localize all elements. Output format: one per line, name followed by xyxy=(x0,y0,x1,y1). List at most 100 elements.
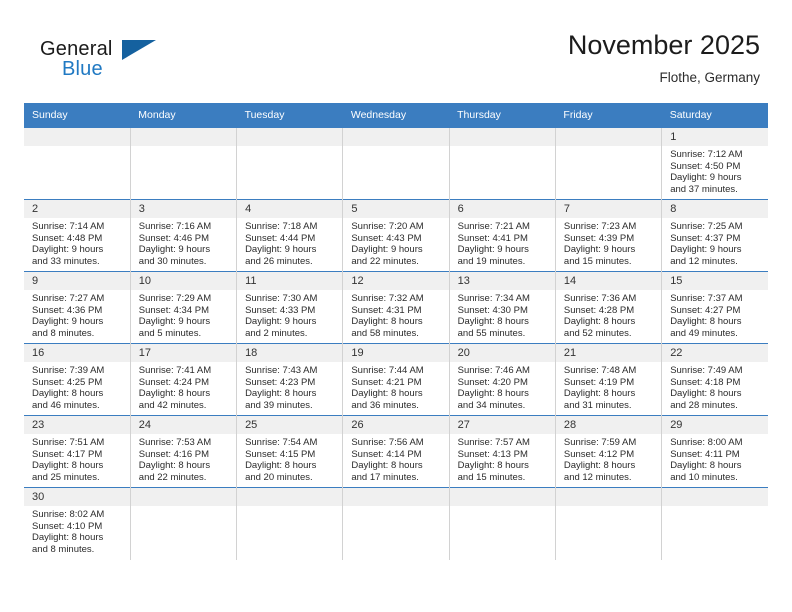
calendar-day-cell[interactable]: 3 Sunrise: 7:16 AM Sunset: 4:46 PM Daylight… xyxy=(129,199,237,272)
daylight-line-1: Daylight: 9 hours xyxy=(563,244,636,256)
calendar-day-cell[interactable]: 4 Sunrise: 7:18 AM Sunset: 4:44 PM Daylight… xyxy=(236,199,343,272)
daylight-line-2: and 49 minutes. xyxy=(670,327,738,339)
day-number: 25 xyxy=(237,416,343,434)
day-details: Sunrise: 7:18 AM Sunset: 4:44 PM Daylight:… xyxy=(237,218,342,267)
calendar-day-cell[interactable]: 28 Sunrise: 7:59 AM Sunset: 4:12 PM Dayligh… xyxy=(554,415,662,488)
sunset-time: Sunset: 4:36 PM xyxy=(32,304,103,316)
day-details: Sunrise: 7:20 AM Sunset: 4:43 PM Daylight:… xyxy=(343,218,448,267)
weekday-header-tuesday: Tuesday xyxy=(236,103,343,128)
sunset-time: Sunset: 4:50 PM xyxy=(670,160,741,172)
daylight-line-2: and 30 minutes. xyxy=(138,255,207,267)
calendar-cell-empty xyxy=(24,127,131,200)
day-number-placeholder xyxy=(130,488,237,506)
day-details: Sunrise: 7:27 AM Sunset: 4:36 PM Daylight:… xyxy=(24,290,130,339)
calendar-day-cell[interactable]: 5 Sunrise: 7:20 AM Sunset: 4:43 PM Daylight… xyxy=(342,199,450,272)
daylight-line-2: and 20 minutes. xyxy=(245,471,313,483)
day-details: Sunrise: 7:49 AM Sunset: 4:18 PM Daylight:… xyxy=(662,362,768,411)
daylight-line-2: and 17 minutes. xyxy=(351,471,419,483)
day-details: Sunrise: 8:00 AM Sunset: 4:11 PM Daylight:… xyxy=(662,434,768,483)
sunset-time: Sunset: 4:10 PM xyxy=(32,520,103,532)
day-number: 4 xyxy=(237,200,343,218)
day-number: 7 xyxy=(555,200,662,218)
daylight-line-2: and 19 minutes. xyxy=(457,255,526,267)
sunrise-time: Sunrise: 7:43 AM xyxy=(245,365,318,376)
calendar-day-cell[interactable]: 19 Sunrise: 7:44 AM Sunset: 4:21 PM Dayligh… xyxy=(342,343,450,416)
day-number: 19 xyxy=(343,344,449,362)
calendar-day-cell[interactable]: 2 Sunrise: 7:14 AM Sunset: 4:48 PM Daylight… xyxy=(24,199,131,272)
sunrise-time: Sunrise: 7:25 AM xyxy=(670,221,743,232)
calendar-day-cell[interactable]: 24 Sunrise: 7:53 AM Sunset: 4:16 PM Dayligh… xyxy=(129,415,237,488)
calendar-day-cell[interactable]: 9 Sunrise: 7:27 AM Sunset: 4:36 PM Daylight… xyxy=(24,271,131,344)
day-details: Sunrise: 7:54 AM Sunset: 4:15 PM Daylight:… xyxy=(237,434,342,483)
calendar-day-cell[interactable]: 26 Sunrise: 7:56 AM Sunset: 4:14 PM Dayligh… xyxy=(342,415,450,488)
daylight-line-2: and 39 minutes. xyxy=(245,399,313,411)
calendar-day-cell[interactable]: 17 Sunrise: 7:41 AM Sunset: 4:24 PM Dayligh… xyxy=(129,343,237,416)
calendar-cell-empty xyxy=(129,487,237,560)
calendar-body: 1 Sunrise: 7:12 AM Sunset: 4:50 PM Daylight… xyxy=(24,127,768,560)
day-number: 15 xyxy=(662,272,768,290)
daylight-line-1: Daylight: 8 hours xyxy=(32,460,104,472)
calendar-day-cell[interactable]: 6 Sunrise: 7:21 AM Sunset: 4:41 PM Daylight… xyxy=(448,199,556,272)
day-number-placeholder xyxy=(343,488,449,506)
day-number-placeholder xyxy=(24,128,130,146)
day-number-placeholder xyxy=(662,488,768,506)
calendar-day-cell[interactable]: 12 Sunrise: 7:32 AM Sunset: 4:31 PM Dayligh… xyxy=(342,271,450,344)
calendar-day-cell[interactable]: 13 Sunrise: 7:34 AM Sunset: 4:30 PM Dayligh… xyxy=(448,271,556,344)
calendar-day-cell[interactable]: 18 Sunrise: 7:43 AM Sunset: 4:23 PM Dayligh… xyxy=(236,343,343,416)
calendar-day-cell[interactable]: 23 Sunrise: 7:51 AM Sunset: 4:17 PM Dayligh… xyxy=(24,415,131,488)
daylight-line-1: Daylight: 8 hours xyxy=(351,388,423,400)
sunset-time: Sunset: 4:37 PM xyxy=(670,232,741,244)
day-details: Sunrise: 7:48 AM Sunset: 4:19 PM Daylight:… xyxy=(556,362,661,411)
day-details: Sunrise: 7:59 AM Sunset: 4:12 PM Daylight:… xyxy=(556,434,661,483)
calendar-day-cell[interactable]: 1 Sunrise: 7:12 AM Sunset: 4:50 PM Daylight… xyxy=(661,127,768,200)
daylight-line-2: and 25 minutes. xyxy=(32,471,100,483)
calendar-day-cell[interactable]: 10 Sunrise: 7:29 AM Sunset: 4:34 PM Dayligh… xyxy=(129,271,237,344)
day-details: Sunrise: 7:25 AM Sunset: 4:37 PM Daylight:… xyxy=(662,218,768,267)
calendar-day-cell[interactable]: 20 Sunrise: 7:46 AM Sunset: 4:20 PM Dayligh… xyxy=(448,343,556,416)
daylight-line-2: and 28 minutes. xyxy=(670,399,738,411)
calendar-day-cell[interactable]: 16 Sunrise: 7:39 AM Sunset: 4:25 PM Dayligh… xyxy=(24,343,131,416)
sunset-time: Sunset: 4:19 PM xyxy=(563,376,635,388)
calendar-day-cell[interactable]: 21 Sunrise: 7:48 AM Sunset: 4:19 PM Dayligh… xyxy=(554,343,662,416)
sunset-time: Sunset: 4:43 PM xyxy=(351,232,422,244)
daylight-line-2: and 34 minutes. xyxy=(457,399,526,411)
sunrise-time: Sunrise: 7:30 AM xyxy=(245,293,318,304)
sunset-time: Sunset: 4:28 PM xyxy=(563,304,635,316)
calendar-day-cell[interactable]: 7 Sunrise: 7:23 AM Sunset: 4:39 PM Daylight… xyxy=(554,199,662,272)
sunrise-time: Sunrise: 7:57 AM xyxy=(457,437,530,448)
sunrise-time: Sunrise: 7:46 AM xyxy=(457,365,530,376)
day-number: 9 xyxy=(24,272,130,290)
daylight-line-1: Daylight: 9 hours xyxy=(245,244,317,256)
daylight-line-1: Daylight: 8 hours xyxy=(563,316,636,328)
calendar-day-cell[interactable]: 25 Sunrise: 7:54 AM Sunset: 4:15 PM Dayligh… xyxy=(236,415,343,488)
weekday-header-saturday: Saturday xyxy=(661,103,768,128)
day-details: Sunrise: 7:12 AM Sunset: 4:50 PM Daylight:… xyxy=(662,146,768,195)
calendar-day-cell[interactable]: 22 Sunrise: 7:49 AM Sunset: 4:18 PM Dayligh… xyxy=(661,343,768,416)
calendar-week-row: 30 Sunrise: 8:02 AM Sunset: 4:10 PM Dayligh… xyxy=(24,487,768,560)
calendar-day-cell[interactable]: 29 Sunrise: 8:00 AM Sunset: 4:11 PM Dayligh… xyxy=(661,415,768,488)
calendar-day-cell[interactable]: 8 Sunrise: 7:25 AM Sunset: 4:37 PM Daylight… xyxy=(661,199,768,272)
calendar-day-cell[interactable]: 11 Sunrise: 7:30 AM Sunset: 4:33 PM Dayligh… xyxy=(236,271,343,344)
calendar-cell-empty xyxy=(236,127,343,200)
calendar-day-cell[interactable]: 27 Sunrise: 7:57 AM Sunset: 4:13 PM Dayligh… xyxy=(448,415,556,488)
sunset-time: Sunset: 4:34 PM xyxy=(138,304,210,316)
calendar-day-cell[interactable]: 30 Sunrise: 8:02 AM Sunset: 4:10 PM Dayligh… xyxy=(24,487,131,560)
daylight-line-1: Daylight: 9 hours xyxy=(670,172,742,184)
day-number-placeholder xyxy=(449,488,555,506)
sunrise-time: Sunrise: 7:27 AM xyxy=(32,293,105,304)
calendar-cell-empty xyxy=(448,487,556,560)
calendar-day-cell[interactable]: 14 Sunrise: 7:36 AM Sunset: 4:28 PM Dayligh… xyxy=(554,271,662,344)
daylight-line-1: Daylight: 9 hours xyxy=(351,244,423,256)
day-number: 30 xyxy=(24,488,130,506)
day-number: 27 xyxy=(449,416,555,434)
sunset-time: Sunset: 4:17 PM xyxy=(32,448,103,460)
daylight-line-2: and 42 minutes. xyxy=(138,399,207,411)
weekday-header-wednesday: Wednesday xyxy=(342,103,450,128)
daylight-line-1: Daylight: 8 hours xyxy=(457,460,529,472)
day-number: 20 xyxy=(449,344,555,362)
sunset-time: Sunset: 4:16 PM xyxy=(138,448,210,460)
calendar-cell-empty xyxy=(236,487,343,560)
sunset-time: Sunset: 4:27 PM xyxy=(670,304,741,316)
calendar-day-cell[interactable]: 15 Sunrise: 7:37 AM Sunset: 4:27 PM Dayligh… xyxy=(661,271,768,344)
daylight-line-2: and 15 minutes. xyxy=(563,255,632,267)
